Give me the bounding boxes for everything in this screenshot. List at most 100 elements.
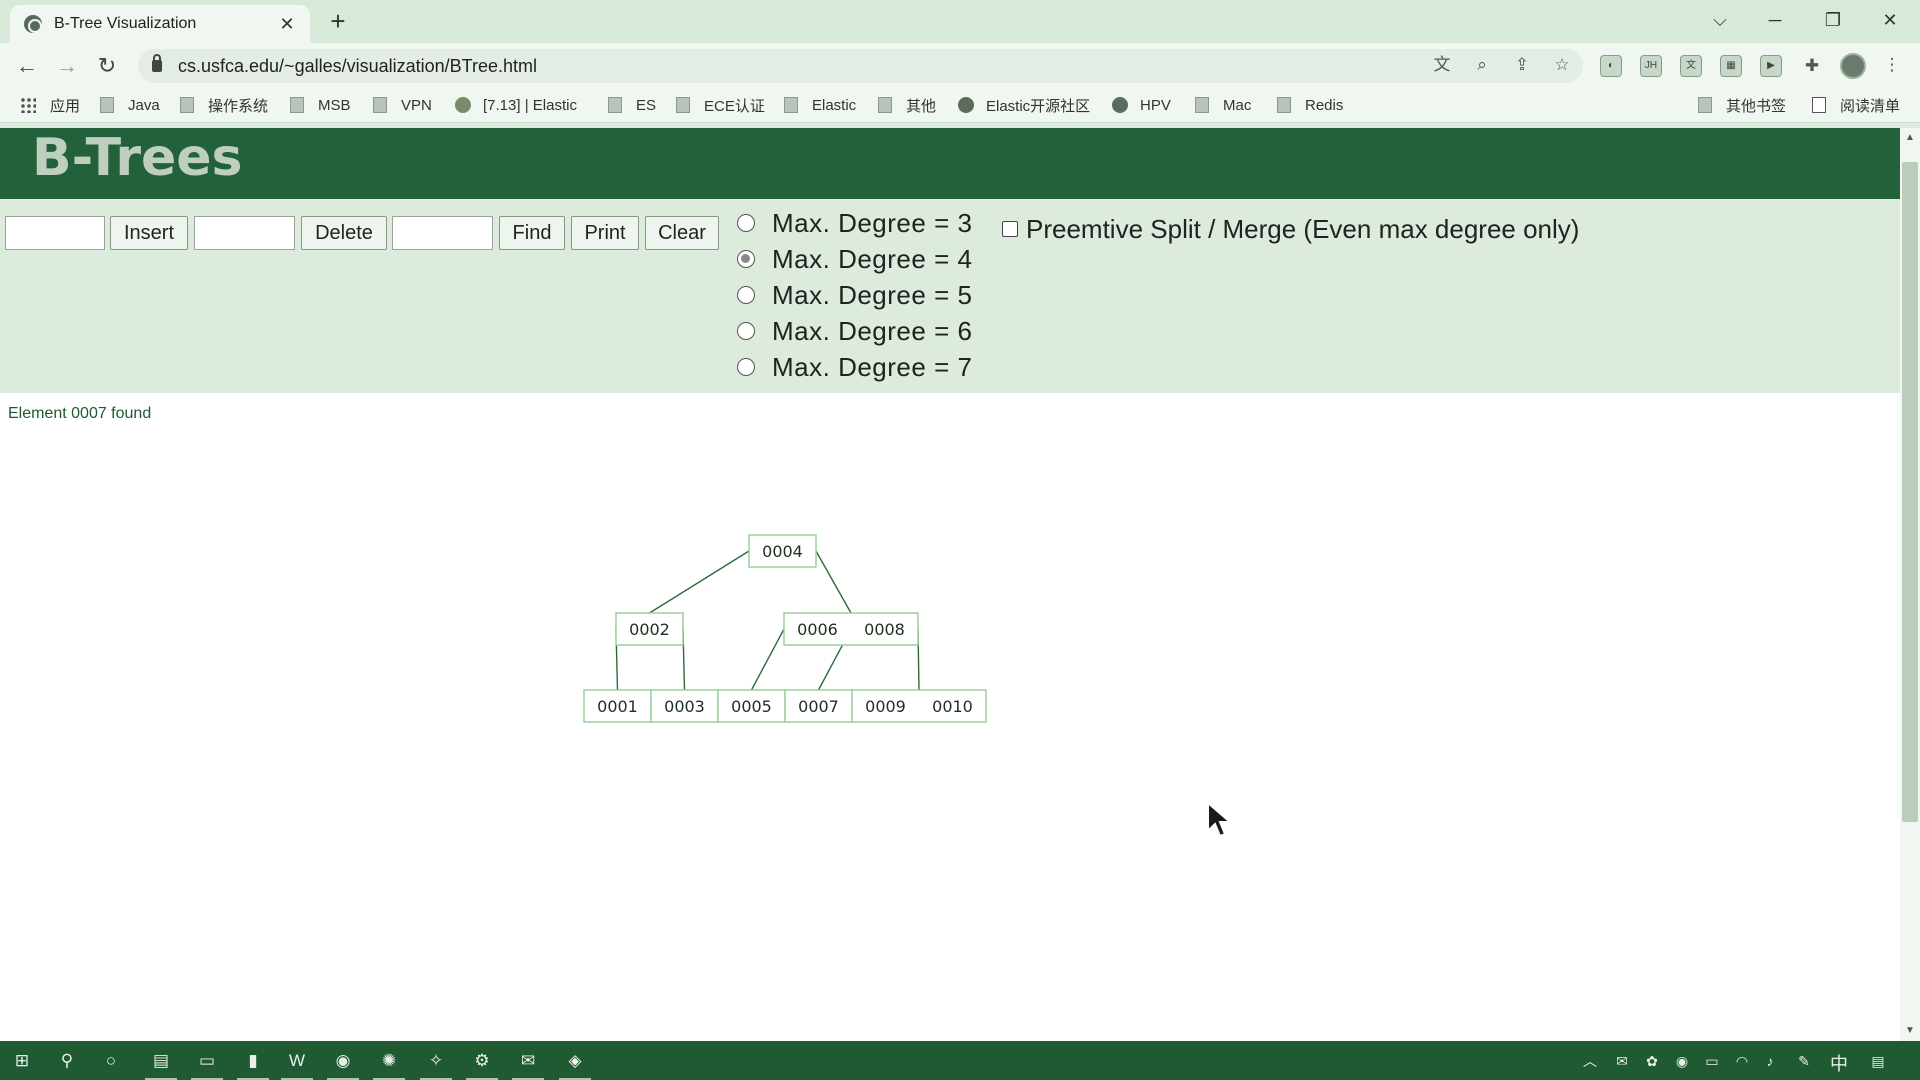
delete-button[interactable]: Delete bbox=[301, 216, 387, 250]
insert-value-input[interactable] bbox=[5, 216, 105, 250]
share-icon[interactable]: ⇪ bbox=[1510, 53, 1534, 77]
checkbox-box[interactable] bbox=[1002, 221, 1018, 237]
bookmark-os[interactable]: 操作系统 bbox=[180, 95, 268, 115]
reload-icon[interactable]: ↻ bbox=[92, 51, 122, 81]
tray-app-icon[interactable]: ✿ bbox=[1642, 1051, 1662, 1071]
bookmark-vpn[interactable]: VPN bbox=[373, 95, 432, 115]
cortana-circle-icon[interactable]: ○ bbox=[98, 1048, 124, 1074]
bookmark-elastic-713[interactable]: [7.13] | Elastic bbox=[455, 95, 577, 115]
tray-chrome-icon[interactable]: ◉ bbox=[1672, 1051, 1692, 1071]
close-window-button[interactable]: ✕ bbox=[1870, 6, 1910, 34]
radio-button[interactable] bbox=[737, 322, 755, 340]
pen-icon[interactable]: ✎ bbox=[1794, 1051, 1814, 1071]
app-taskview-icon[interactable]: ▤ bbox=[145, 1048, 177, 1080]
profile-avatar[interactable] bbox=[1840, 53, 1866, 79]
btree-key: 0007 bbox=[798, 697, 839, 716]
battery-icon[interactable]: ▭ bbox=[1702, 1051, 1722, 1071]
app-icon[interactable]: ◈ bbox=[559, 1048, 591, 1080]
browser-tab[interactable]: B-Tree Visualization ✕ bbox=[10, 5, 310, 43]
reading-list[interactable]: 阅读清单 bbox=[1812, 95, 1900, 115]
bookmark-msb[interactable]: MSB bbox=[290, 95, 351, 115]
vertical-scrollbar[interactable]: ▲ ▼ bbox=[1900, 128, 1920, 1041]
bookmark-java[interactable]: Java bbox=[100, 95, 160, 115]
extensions-puzzle-icon[interactable]: ✚ bbox=[1800, 54, 1824, 78]
find-button[interactable]: Find bbox=[499, 216, 565, 250]
btree-edge bbox=[649, 550, 750, 614]
restore-button[interactable]: ❐ bbox=[1813, 6, 1853, 34]
bookmark-star-icon[interactable]: ☆ bbox=[1550, 53, 1574, 77]
windows-start-icon[interactable]: ⊞ bbox=[9, 1048, 35, 1074]
bookmark-ece[interactable]: ECE认证 bbox=[676, 95, 765, 115]
bookmark-elastic-community[interactable]: Elastic开源社区 bbox=[958, 95, 1090, 115]
search-icon[interactable]: ⚲ bbox=[54, 1048, 80, 1074]
other-bookmarks[interactable]: 其他书签 bbox=[1698, 95, 1786, 115]
translate-icon[interactable]: 文 bbox=[1430, 53, 1454, 77]
jh-extension-icon[interactable]: JH bbox=[1640, 55, 1662, 77]
chrome-icon[interactable]: ◉ bbox=[327, 1048, 359, 1080]
typora-icon[interactable]: ▮ bbox=[237, 1048, 269, 1080]
degree-4-radio[interactable]: Max. Degree = 4 bbox=[737, 244, 972, 274]
hbuilder-icon[interactable]: ✺ bbox=[373, 1048, 405, 1080]
bookmark-apps[interactable]: 应用 bbox=[20, 95, 80, 115]
tray-chevron-up-icon[interactable]: ︿ bbox=[1580, 1051, 1600, 1071]
back-arrow-icon[interactable]: ← bbox=[12, 51, 42, 81]
scroll-up-arrow-icon[interactable]: ▲ bbox=[1900, 132, 1920, 146]
btree-node: 0005 bbox=[717, 689, 786, 723]
folder-icon bbox=[1195, 97, 1209, 113]
wps-icon[interactable]: W bbox=[281, 1048, 313, 1080]
find-value-input[interactable] bbox=[392, 216, 493, 250]
bookmark-elastic[interactable]: Elastic bbox=[784, 95, 856, 115]
menu-kebab-icon[interactable]: ⋮ bbox=[1880, 53, 1904, 77]
degree-5-radio[interactable]: Max. Degree = 5 bbox=[737, 280, 972, 310]
btree-node: 0007 bbox=[784, 689, 853, 723]
close-tab-icon[interactable]: ✕ bbox=[276, 14, 298, 35]
radio-button[interactable] bbox=[737, 214, 755, 232]
wifi-icon[interactable]: ◠ bbox=[1732, 1051, 1752, 1071]
globe-icon bbox=[958, 97, 974, 113]
forward-arrow-icon[interactable]: → bbox=[52, 51, 82, 81]
extension-icon[interactable]: ◐ bbox=[1600, 55, 1622, 77]
clear-button[interactable]: Clear bbox=[645, 216, 719, 250]
btree-edge bbox=[750, 628, 785, 691]
degree-3-radio[interactable]: Max. Degree = 3 bbox=[737, 208, 972, 238]
bookmark-other[interactable]: 其他 bbox=[878, 95, 936, 115]
table-extension-icon[interactable]: ▦ bbox=[1720, 55, 1742, 77]
new-tab-button[interactable]: + bbox=[324, 8, 352, 36]
preemptive-split-checkbox[interactable]: Preemtive Split / Merge (Even max degree… bbox=[1002, 209, 1579, 249]
wechat-icon[interactable]: ✉ bbox=[512, 1048, 544, 1080]
bookmark-mac[interactable]: Mac bbox=[1195, 95, 1251, 115]
tab-search-chevron-icon[interactable]: ⌵ bbox=[1700, 6, 1740, 34]
bookmark-redis[interactable]: Redis bbox=[1277, 95, 1343, 115]
bookmark-es[interactable]: ES bbox=[608, 95, 656, 115]
file-explorer-icon[interactable]: ▭ bbox=[191, 1048, 223, 1080]
scrollbar-thumb[interactable] bbox=[1902, 162, 1918, 822]
bookmarks-bar: 应用 Java 操作系统 MSB VPN [7.13] | Elastic ES… bbox=[0, 88, 1920, 123]
mouse-cursor-icon bbox=[1207, 801, 1232, 838]
btree-canvas: 0004 0002 0006 0008 0001 0003 0005 0007 0009 0010 bbox=[583, 534, 987, 723]
radio-button[interactable] bbox=[737, 358, 755, 376]
notification-icon[interactable]: ▤ bbox=[1868, 1051, 1888, 1071]
volume-icon[interactable]: ♪ bbox=[1760, 1051, 1780, 1071]
web-page: B-Trees Insert Delete Find Print Clear M… bbox=[0, 128, 1900, 1041]
video-extension-icon[interactable]: ▶ bbox=[1760, 55, 1782, 77]
degree-6-radio[interactable]: Max. Degree = 6 bbox=[737, 316, 972, 346]
radio-button[interactable] bbox=[737, 286, 755, 304]
insert-button[interactable]: Insert bbox=[110, 216, 188, 250]
ime-indicator[interactable]: 中 bbox=[1830, 1050, 1848, 1076]
translate-extension-icon[interactable]: 文 bbox=[1680, 55, 1702, 77]
delete-value-input[interactable] bbox=[194, 216, 295, 250]
idea-icon[interactable]: ✧ bbox=[420, 1048, 452, 1080]
elastic-icon bbox=[455, 97, 471, 113]
page-title: B-Trees bbox=[32, 128, 243, 188]
btree-node: 0003 bbox=[650, 689, 719, 723]
degree-7-radio[interactable]: Max. Degree = 7 bbox=[737, 352, 972, 382]
print-button[interactable]: Print bbox=[571, 216, 639, 250]
tools-icon[interactable]: ⚙ bbox=[466, 1048, 498, 1080]
scroll-down-arrow-icon[interactable]: ▼ bbox=[1900, 1025, 1920, 1039]
tray-wechat-icon[interactable]: ✉ bbox=[1612, 1051, 1632, 1071]
zoom-icon[interactable]: ⌕ bbox=[1470, 53, 1494, 77]
address-bar[interactable]: cs.usfca.edu/~galles/visualization/BTree… bbox=[138, 49, 1583, 83]
minimize-button[interactable]: ─ bbox=[1755, 6, 1795, 34]
bookmark-hpv[interactable]: HPV bbox=[1112, 95, 1171, 115]
radio-button-selected[interactable] bbox=[737, 250, 755, 268]
